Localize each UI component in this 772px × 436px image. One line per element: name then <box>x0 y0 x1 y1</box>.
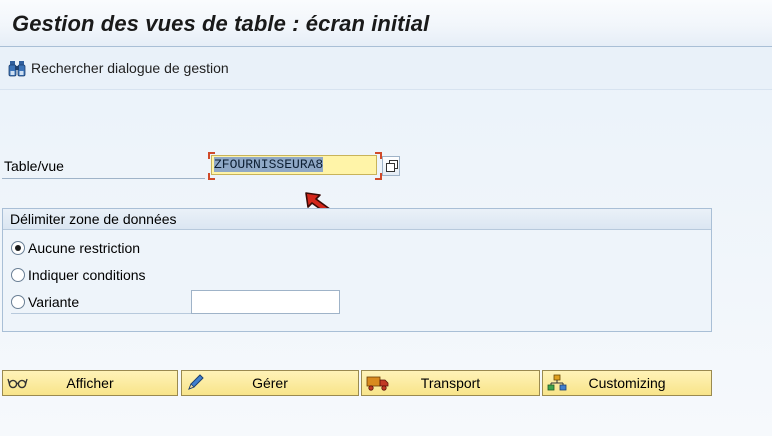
application-toolbar: Rechercher dialogue de gestion <box>0 47 772 90</box>
transport-button-label: Transport <box>420 375 481 391</box>
radio-button[interactable] <box>11 268 25 282</box>
data-range-restriction-group: Délimiter zone de données Aucune restric… <box>2 208 712 332</box>
display-button-label: Afficher <box>66 375 114 391</box>
customizing-button[interactable]: Customizing <box>542 370 712 396</box>
maintain-button-label: Gérer <box>252 375 288 391</box>
variant-input[interactable] <box>191 290 340 314</box>
radio-no-restriction[interactable]: Aucune restriction <box>11 238 140 258</box>
group-title: Délimiter zone de données <box>3 209 711 230</box>
radio-variant[interactable]: Variante <box>11 292 79 312</box>
value-help-icon <box>386 160 398 172</box>
radio-button-checked[interactable] <box>11 241 25 255</box>
page-title: Gestion des vues de table : écran initia… <box>12 11 430 36</box>
maintain-button[interactable]: Gérer <box>181 370 359 396</box>
radio-label: Variante <box>28 294 80 310</box>
table-view-input-focus-frame: ZFOURNISSEURA8 <box>208 152 382 180</box>
find-maintenance-dialog-label: Rechercher dialogue de gestion <box>31 60 229 76</box>
binoculars-icon <box>8 61 26 77</box>
radio-label: Indiquer conditions <box>28 267 146 283</box>
title-bar: Gestion des vues de table : écran initia… <box>0 0 772 47</box>
find-maintenance-dialog-button[interactable]: Rechercher dialogue de gestion <box>8 58 229 78</box>
display-button[interactable]: Afficher <box>2 370 178 396</box>
table-view-value: ZFOURNISSEURA8 <box>214 157 324 172</box>
radio-enter-conditions[interactable]: Indiquer conditions <box>11 265 146 285</box>
table-view-label: Table/vue <box>4 158 64 174</box>
table-view-label-underline <box>2 178 205 179</box>
radio-label: Aucune restriction <box>28 240 141 256</box>
transport-button[interactable]: Transport <box>361 370 540 396</box>
table-view-input[interactable]: ZFOURNISSEURA8 <box>211 155 377 175</box>
radio-button[interactable] <box>11 295 25 309</box>
value-help-button[interactable] <box>382 156 400 176</box>
variant-label-underline <box>11 313 191 314</box>
customizing-button-label: Customizing <box>588 375 666 391</box>
